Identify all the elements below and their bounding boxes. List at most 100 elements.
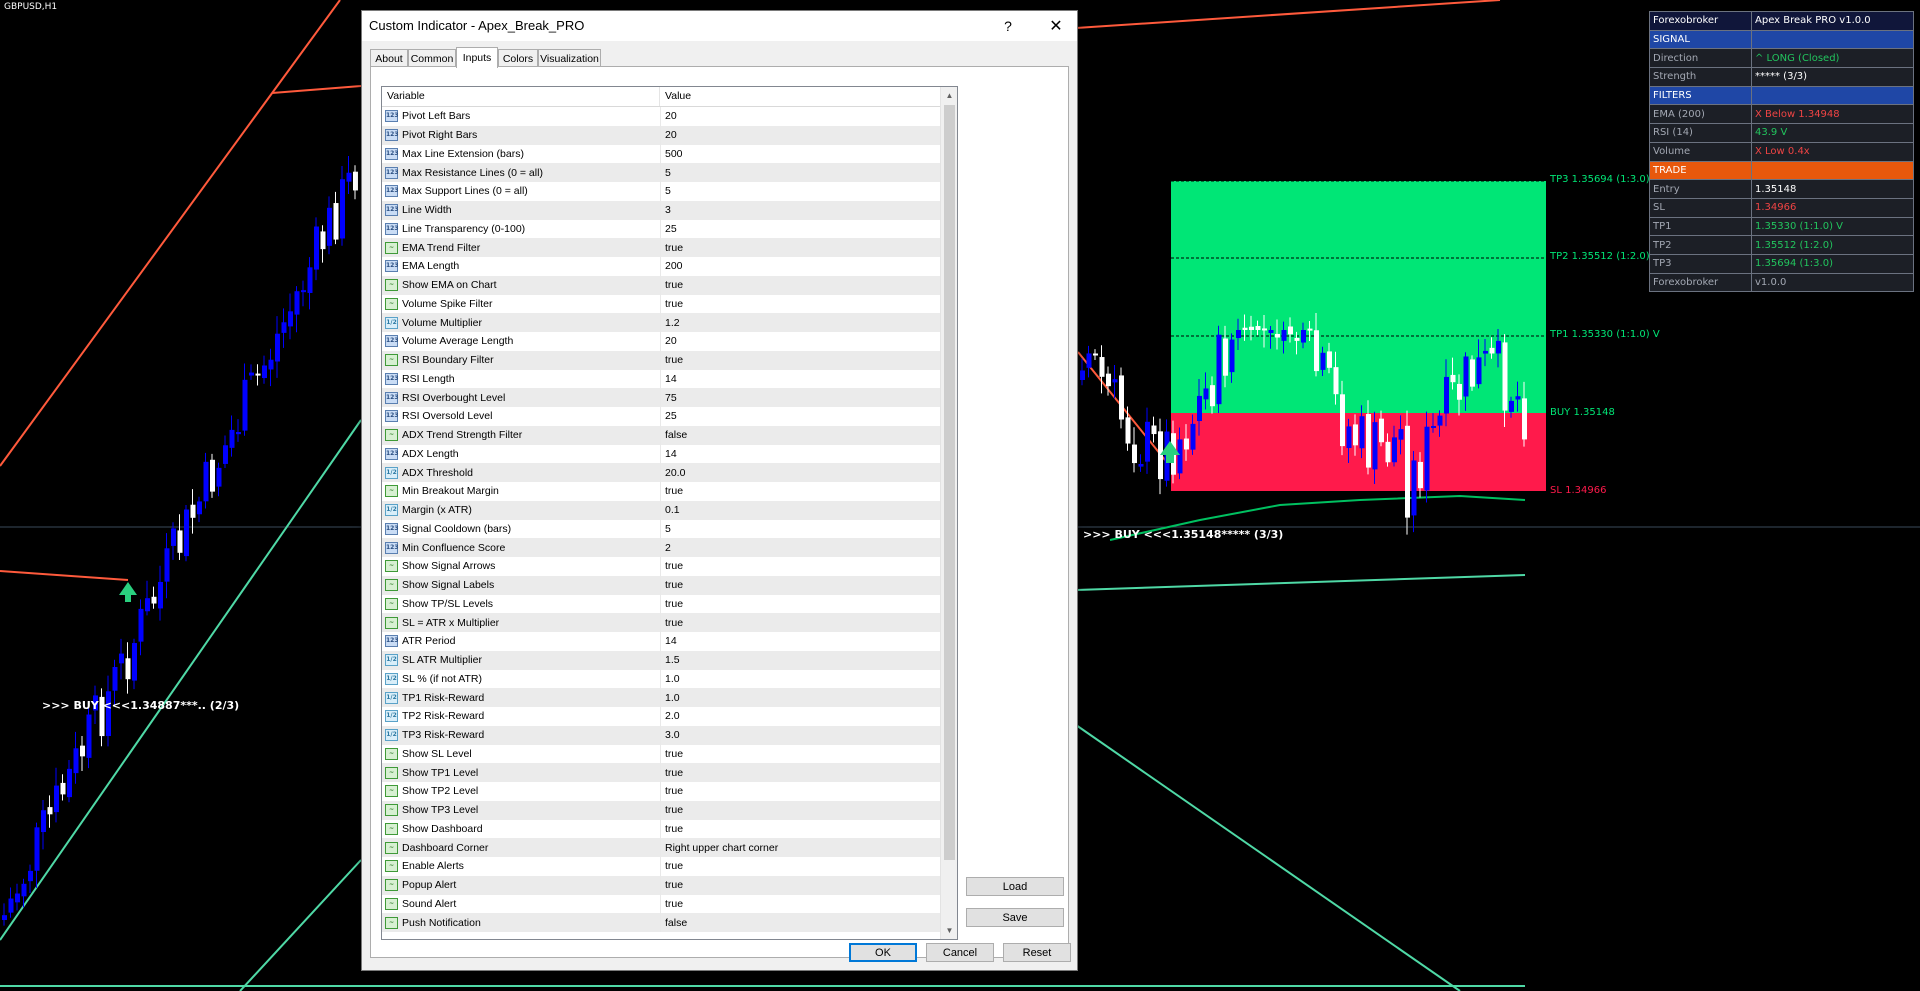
parameter-value[interactable]: 0.1 [665, 501, 680, 520]
parameter-row[interactable]: 123 ATR Period 14 [382, 632, 940, 651]
parameter-row[interactable]: 123 EMA Length 200 [382, 257, 940, 276]
parameter-row[interactable]: ~ Show Signal Labels true [382, 575, 940, 595]
parameter-row[interactable]: 123 Pivot Right Bars 20 [382, 125, 940, 145]
parameter-row[interactable]: 1/2 Margin (x ATR) 0.1 [382, 500, 940, 520]
parameter-row[interactable]: 123 Line Width 3 [382, 200, 940, 220]
scrollbar-thumb[interactable] [944, 105, 955, 860]
parameter-row[interactable]: ~ Show Signal Arrows true [382, 557, 940, 576]
parameter-row[interactable]: ~ EMA Trend Filter true [382, 238, 940, 257]
parameter-row[interactable]: 123 RSI Overbought Level 75 [382, 388, 940, 407]
parameter-row[interactable]: ~ ADX Trend Strength Filter false [382, 425, 940, 445]
parameter-value[interactable]: 2 [665, 538, 671, 557]
parameter-value[interactable]: true [665, 895, 683, 914]
tab-about[interactable]: About [370, 49, 408, 67]
parameter-row[interactable]: ~ Sound Alert true [382, 894, 940, 914]
parameter-row[interactable]: 1/2 SL ATR Multiplier 1.5 [382, 650, 940, 670]
parameter-row[interactable]: 123 Max Line Extension (bars) 500 [382, 144, 940, 164]
parameter-value[interactable]: 20.0 [665, 463, 685, 482]
ok-button[interactable]: OK [849, 943, 917, 962]
parameter-value[interactable]: 1.5 [665, 651, 680, 670]
parameter-value[interactable]: true [665, 595, 683, 614]
parameter-row[interactable]: ~ Show TP3 Level true [382, 800, 940, 820]
scroll-down-arrow-icon[interactable]: ▼ [941, 922, 957, 939]
parameter-value[interactable]: true [665, 557, 683, 576]
parameter-row[interactable]: 123 Max Resistance Lines (0 = all) 5 [382, 163, 940, 182]
parameter-row[interactable]: ~ Push Notification false [382, 913, 940, 932]
parameter-row[interactable]: ~ Show TP/SL Levels true [382, 594, 940, 614]
parameter-row[interactable]: 1/2 TP3 Risk-Reward 3.0 [382, 725, 940, 745]
parameter-value[interactable]: 25 [665, 407, 677, 426]
parameter-value[interactable]: true [665, 576, 683, 595]
parameter-row[interactable]: 123 ADX Length 14 [382, 444, 940, 464]
parameter-value[interactable]: 14 [665, 370, 677, 389]
parameter-row[interactable]: 123 RSI Length 14 [382, 369, 940, 389]
parameter-row[interactable]: 1/2 TP2 Risk-Reward 2.0 [382, 707, 940, 726]
parameter-value[interactable]: true [665, 351, 683, 370]
parameter-row[interactable]: ~ SL = ATR x Multiplier true [382, 613, 940, 632]
close-button[interactable]: ✕ [1036, 11, 1076, 41]
parameter-row[interactable]: ~ RSI Boundary Filter true [382, 350, 940, 370]
parameter-row[interactable]: ~ Show SL Level true [382, 744, 940, 764]
parameter-row[interactable]: ~ Show TP2 Level true [382, 782, 940, 801]
parameter-value[interactable]: 20 [665, 107, 677, 126]
parameter-value[interactable]: 2.0 [665, 707, 680, 726]
dialog-titlebar[interactable]: Custom Indicator - Apex_Break_PRO ? ✕ [362, 11, 1077, 41]
help-button[interactable]: ? [988, 11, 1028, 41]
parameter-value[interactable]: 1.0 [665, 670, 680, 689]
parameter-row[interactable]: 123 Line Transparency (0-100) 25 [382, 219, 940, 239]
parameter-value[interactable]: true [665, 801, 683, 820]
parameter-value[interactable]: 1.0 [665, 688, 680, 707]
scroll-up-arrow-icon[interactable]: ▲ [941, 87, 957, 104]
parameter-value[interactable]: true [665, 876, 683, 895]
parameter-row[interactable]: 1/2 Volume Multiplier 1.2 [382, 313, 940, 332]
parameter-row[interactable]: 123 Signal Cooldown (bars) 5 [382, 519, 940, 539]
parameter-row[interactable]: ~ Enable Alerts true [382, 857, 940, 876]
parameter-value[interactable]: 25 [665, 220, 677, 239]
parameter-row[interactable]: ~ Show TP1 Level true [382, 763, 940, 782]
parameter-value[interactable]: 1.2 [665, 313, 680, 332]
parameter-row[interactable]: 123 Min Confluence Score 2 [382, 538, 940, 557]
parameter-value[interactable]: true [665, 295, 683, 314]
parameter-value[interactable]: 75 [665, 388, 677, 407]
parameter-value[interactable]: 3.0 [665, 726, 680, 745]
parameter-value[interactable]: true [665, 782, 683, 801]
parameter-value[interactable]: Right upper chart corner [665, 838, 778, 857]
parameter-value[interactable]: 5 [665, 520, 671, 539]
reset-button[interactable]: Reset [1003, 943, 1071, 962]
parameter-value[interactable]: true [665, 482, 683, 501]
parameter-value[interactable]: 20 [665, 126, 677, 145]
load-button[interactable]: Load [966, 877, 1064, 896]
cancel-button[interactable]: Cancel [926, 943, 994, 962]
parameter-row[interactable]: ~ Popup Alert true [382, 875, 940, 895]
parameter-row[interactable]: 1/2 TP1 Risk-Reward 1.0 [382, 688, 940, 707]
parameter-value[interactable]: 20 [665, 332, 677, 351]
parameter-row[interactable]: ~ Dashboard Corner Right upper chart corne… [382, 838, 940, 857]
parameter-value[interactable]: 200 [665, 257, 683, 276]
column-header-variable[interactable]: Variable [382, 87, 660, 106]
parameter-value[interactable]: false [665, 913, 687, 932]
parameter-value[interactable]: true [665, 820, 683, 839]
parameter-value[interactable]: true [665, 238, 683, 257]
parameter-row[interactable]: 123 Pivot Left Bars 20 [382, 107, 940, 126]
parameter-value[interactable]: 500 [665, 145, 683, 164]
parameter-value[interactable]: 14 [665, 445, 677, 464]
parameter-value[interactable]: true [665, 763, 683, 782]
parameter-row[interactable]: ~ Volume Spike Filter true [382, 294, 940, 314]
parameter-value[interactable]: true [665, 857, 683, 876]
save-button[interactable]: Save [966, 908, 1064, 927]
parameter-value[interactable]: false [665, 426, 687, 445]
tab-colors[interactable]: Colors [498, 49, 538, 67]
parameter-row[interactable]: 1/2 ADX Threshold 20.0 [382, 463, 940, 482]
parameter-value[interactable]: 5 [665, 182, 671, 201]
column-header-value[interactable]: Value [660, 87, 940, 106]
parameter-row[interactable]: ~ Show Dashboard true [382, 819, 940, 839]
parameter-row[interactable]: ~ Min Breakout Margin true [382, 482, 940, 501]
tab-inputs[interactable]: Inputs [456, 47, 498, 68]
parameter-value[interactable]: true [665, 745, 683, 764]
tab-visualization[interactable]: Visualization [538, 49, 601, 67]
parameter-row[interactable]: 123 Max Support Lines (0 = all) 5 [382, 182, 940, 201]
parameter-value[interactable]: 3 [665, 201, 671, 220]
parameter-row[interactable]: ~ Show EMA on Chart true [382, 275, 940, 295]
parameter-value[interactable]: true [665, 613, 683, 632]
parameter-row[interactable]: 1/2 SL % (if not ATR) 1.0 [382, 669, 940, 689]
